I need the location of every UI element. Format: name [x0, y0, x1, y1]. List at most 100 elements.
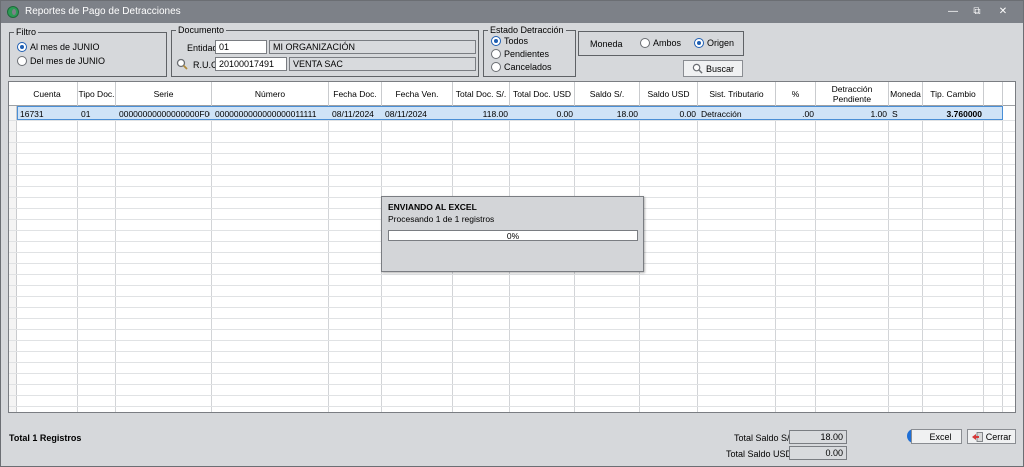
radio-del-mes[interactable]: Del mes de JUNIO — [17, 56, 105, 66]
table-cell: 00000000000000000F001 — [119, 109, 210, 119]
column-header[interactable]: Cuenta — [17, 82, 78, 106]
grid-row-line — [9, 406, 1015, 407]
dialog-message: Procesando 1 de 1 registros — [388, 214, 495, 224]
radio-dot — [491, 62, 501, 72]
total-registros: Total 1 Registros — [9, 433, 82, 443]
radio-dot-selected — [694, 38, 704, 48]
ruc-name-field: VENTA SAC — [289, 57, 476, 71]
grid-row-line — [9, 307, 1015, 308]
grid-row-line — [9, 274, 1015, 275]
buscar-button[interactable]: Buscar — [683, 60, 743, 77]
export-progress-dialog: ENVIANDO AL EXCEL Procesando 1 de 1 regi… — [381, 196, 644, 272]
entidad-label: Entidad — [187, 43, 218, 53]
column-header[interactable]: Total Doc. S/. — [453, 82, 510, 106]
grid-column-line — [815, 106, 816, 412]
grid-row-line — [9, 120, 1015, 121]
grid-row-line — [9, 175, 1015, 176]
saldo-usd-label: Total Saldo USD. — [726, 449, 795, 459]
grid-column-line — [697, 106, 698, 412]
grid-row-line — [9, 384, 1015, 385]
grid-column-line — [328, 106, 329, 412]
radio-todos[interactable]: Todos — [491, 36, 528, 46]
column-header[interactable]: Número — [212, 82, 329, 106]
table-cell: 16731 — [20, 109, 44, 119]
grid-column-line — [77, 106, 78, 412]
ruc-input[interactable]: 20100017491 — [215, 57, 287, 71]
excel-label: Excel — [929, 431, 952, 442]
column-header[interactable]: Moneda — [889, 82, 923, 106]
column-header[interactable]: Detracción Pendiente — [816, 82, 889, 106]
table-cell: 0.00 — [556, 109, 573, 119]
progress-bar: 0% — [388, 230, 638, 241]
entidad-name-field: MI ORGANIZACIÓN — [269, 40, 476, 54]
column-header[interactable]: Total Doc. USD — [510, 82, 575, 106]
grid-row-line — [9, 131, 1015, 132]
table-cell: 01 — [81, 109, 91, 119]
column-header[interactable]: Saldo USD — [640, 82, 698, 106]
grid-column-line — [888, 106, 889, 412]
grid-column-line — [115, 106, 116, 412]
column-header[interactable]: Saldo S/. — [575, 82, 640, 106]
grid-row-line — [9, 186, 1015, 187]
radio-dot-selected — [17, 42, 27, 52]
column-header[interactable]: % — [776, 82, 816, 106]
search-icon[interactable] — [176, 58, 188, 70]
grid-row-line — [9, 153, 1015, 154]
moneda-label: Moneda — [590, 39, 623, 49]
radio-origen[interactable]: Origen — [694, 38, 734, 48]
grid-row-line — [9, 362, 1015, 363]
entidad-code-input[interactable]: 01 — [215, 40, 267, 54]
filtro-group: Filtro — [9, 27, 167, 77]
table-cell: 0000000000000000011111 — [215, 109, 317, 119]
table-cell: .00 — [802, 109, 814, 119]
radio-label: Todos — [504, 36, 529, 46]
saldo-soles-field: 18.00 — [789, 430, 847, 444]
search-icon — [692, 63, 703, 74]
close-icon[interactable]: ✕ — [995, 5, 1011, 19]
radio-ambos[interactable]: Ambos — [640, 38, 681, 48]
radio-dot — [17, 56, 27, 66]
column-header[interactable]: Fecha Ven. — [382, 82, 453, 106]
table-cell: Detracción — [701, 109, 742, 119]
ruc-label: R.U.C — [193, 60, 218, 70]
cerrar-button[interactable]: Cerrar — [967, 429, 1016, 444]
column-header[interactable]: Tip. Cambio — [923, 82, 984, 106]
table-cell: 08/11/2024 — [385, 109, 427, 119]
radio-dot — [640, 38, 650, 48]
restore-icon[interactable]: ⧉ — [969, 5, 985, 19]
exit-door-icon — [971, 431, 983, 442]
grid-column-line — [775, 106, 776, 412]
column-header[interactable]: Serie — [116, 82, 212, 106]
excel-button[interactable]: Excel — [911, 429, 962, 444]
window-title: Reportes de Pago de Detracciones — [25, 6, 181, 17]
table-cell: 0.00 — [679, 109, 696, 119]
title-bar: Reportes de Pago de Detracciones — ⧉ ✕ — [1, 1, 1023, 23]
column-header[interactable]: Sist. Tributario — [698, 82, 776, 106]
table-cell: 3.760000 — [946, 109, 982, 119]
minimize-icon[interactable]: — — [945, 5, 961, 19]
grid-row-line — [9, 340, 1015, 341]
table-cell: S — [892, 109, 898, 119]
grid-row-line — [9, 164, 1015, 165]
radio-cancelados[interactable]: Cancelados — [491, 62, 552, 72]
grid-row-line — [9, 296, 1015, 297]
saldo-soles-label: Total Saldo S/. — [734, 433, 793, 443]
saldo-usd-field: 0.00 — [789, 446, 847, 460]
column-header[interactable]: Fecha Doc. — [329, 82, 382, 106]
radio-label: Ambos — [653, 38, 682, 48]
grid-column-line — [922, 106, 923, 412]
app-logo-icon — [7, 6, 19, 18]
grid-row-line — [9, 142, 1015, 143]
column-header[interactable]: Tipo Doc. — [78, 82, 116, 106]
grid-column-line — [1002, 106, 1003, 412]
row-indicator-column — [9, 106, 17, 412]
table-row[interactable]: 16731 01 00000000000000000F001 000000000000… — [17, 106, 1003, 120]
radio-al-mes[interactable]: Al mes de JUNIO — [17, 42, 100, 52]
grid-row-line — [9, 318, 1015, 319]
dialog-title: ENVIANDO AL EXCEL — [388, 202, 477, 212]
buscar-label: Buscar — [705, 63, 734, 74]
radio-pendientes[interactable]: Pendientes — [491, 49, 549, 59]
grid-column-line — [983, 106, 984, 412]
radio-label: Del mes de JUNIO — [30, 56, 106, 66]
documento-legend: Documento — [178, 25, 225, 35]
